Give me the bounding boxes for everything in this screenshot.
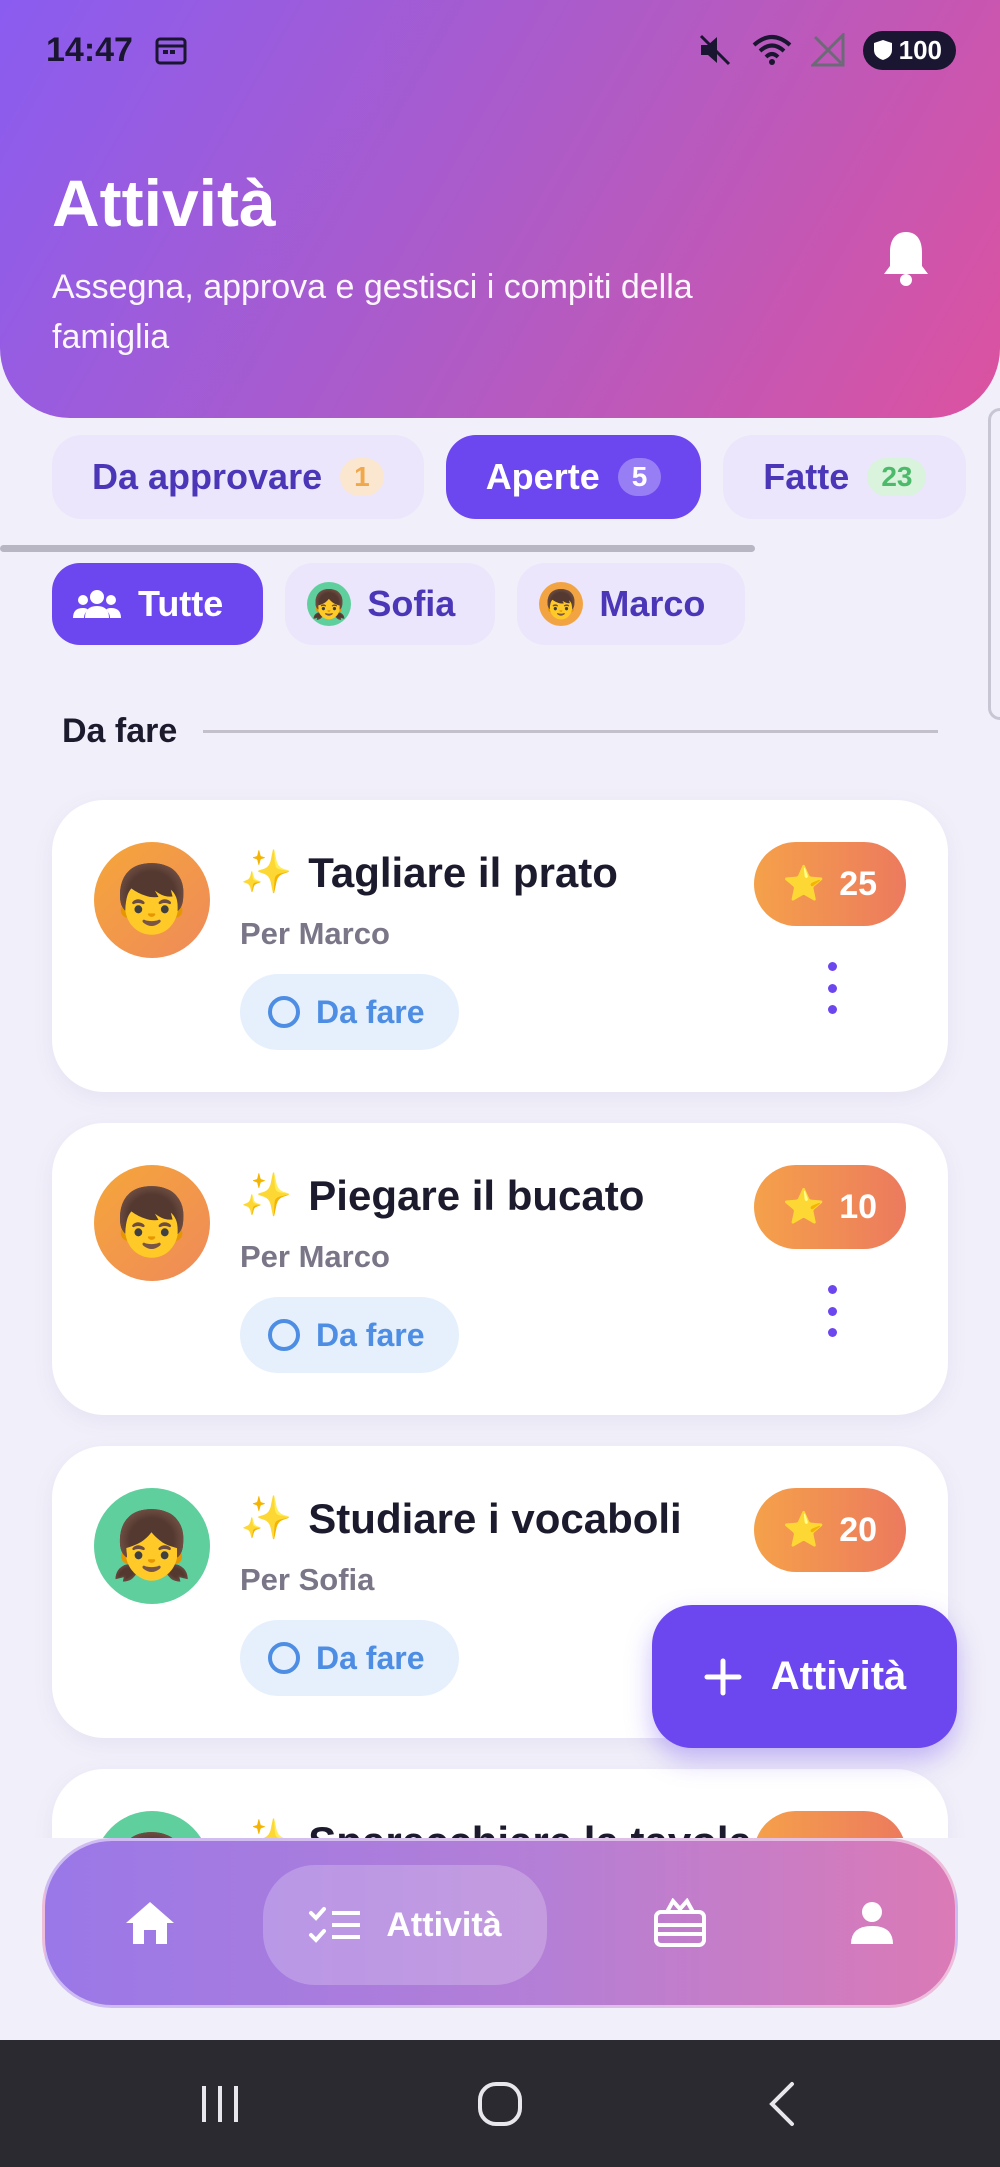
task-card[interactable]: 👧 ✨ Sparecchiare la tavola [52, 1769, 948, 1838]
task-title: Studiare i vocaboli [308, 1494, 682, 1542]
tasks-icon [309, 1907, 361, 1943]
nav-attivita[interactable]: Attività [263, 1865, 547, 1985]
task-status: Da fare [316, 993, 425, 1030]
no-signal-icon [810, 33, 845, 67]
sparkles-icon: ✨ [240, 1817, 292, 1838]
task-card[interactable]: 👦 ✨ Piegare il bucato Per Marco Da fare … [52, 1123, 948, 1415]
home-button-icon[interactable] [460, 2040, 540, 2167]
filter-label: Marco [599, 583, 706, 624]
calendar-icon [155, 37, 187, 65]
task-assignee: Per Marco [240, 916, 390, 951]
status-bar: 14:47 100 [0, 0, 1000, 100]
circle-icon [268, 1319, 300, 1351]
mute-icon [699, 34, 730, 66]
task-status-chip[interactable]: Da fare [240, 1620, 459, 1696]
tab-count-badge: 5 [617, 458, 662, 496]
profile-icon [851, 1902, 893, 1944]
tab-label: Fatte [763, 456, 850, 497]
filter-tutte[interactable]: Tutte [52, 563, 264, 645]
tab-label: Aperte [485, 456, 600, 497]
girl-avatar-icon: 👧 [307, 582, 352, 626]
task-title-row: ✨ Sparecchiare la tavola [240, 1817, 752, 1838]
bell-icon[interactable] [880, 228, 932, 288]
points-badge: ⭐ 20 [754, 1488, 906, 1572]
edge-panel-handle[interactable] [988, 408, 1000, 720]
battery-level: 100 [898, 34, 942, 65]
star-icon: ⭐ [782, 1511, 826, 1549]
task-assignee: Per Marco [240, 1239, 390, 1274]
points-value: 20 [839, 1510, 878, 1549]
task-card[interactable]: 👦 ✨ Tagliare il prato Per Marco Da fare … [52, 800, 948, 1092]
status-time: 14:47 [46, 30, 133, 69]
star-icon: ⭐ [782, 865, 826, 903]
header: 14:47 100 Attività Assegna, approva e ge… [0, 0, 1000, 418]
recent-apps-icon[interactable] [180, 2040, 260, 2167]
girl-avatar-icon: 👧 [94, 1488, 210, 1604]
points-value: 10 [839, 1187, 878, 1226]
back-icon[interactable] [742, 2040, 822, 2167]
page-title: Attività [52, 166, 276, 240]
task-title: Piegare il bucato [308, 1171, 645, 1219]
gift-icon [654, 1898, 706, 1947]
points-badge: ⭐ 10 [754, 1165, 906, 1249]
system-navigation-bar [0, 2040, 1000, 2167]
tab-da-approvare[interactable]: Da approvare 1 [52, 435, 424, 519]
nav-rewards[interactable] [615, 1841, 745, 2005]
tab-label: Da approvare [92, 456, 323, 497]
add-task-button[interactable]: Attività [652, 1605, 957, 1748]
task-title-row: ✨ Studiare i vocaboli [240, 1494, 682, 1543]
boy-avatar-icon: 👦 [539, 582, 584, 626]
home-icon [126, 1902, 174, 1944]
filter-marco[interactable]: 👦 Marco [517, 563, 746, 645]
tab-count-badge: 1 [340, 458, 384, 496]
shield-icon [873, 40, 892, 60]
boy-avatar-icon: 👦 [94, 842, 210, 958]
star-icon: ⭐ [782, 1188, 826, 1226]
task-status-chip[interactable]: Da fare [240, 974, 459, 1050]
wifi-icon [752, 35, 791, 65]
add-task-label: Attività [770, 1654, 907, 1698]
points-badge: ⭐ 25 [754, 842, 906, 926]
points-value: 25 [839, 864, 878, 903]
girl-avatar-icon: 👧 [94, 1811, 210, 1838]
sparkles-icon: ✨ [240, 1171, 293, 1218]
section-divider [203, 730, 938, 733]
filter-label: Sofia [367, 583, 456, 624]
tab-count-badge: 23 [867, 458, 927, 496]
more-options-icon[interactable] [820, 1285, 844, 1337]
group-icon [73, 590, 121, 618]
tab-fatte[interactable]: Fatte 23 [723, 435, 967, 519]
task-assignee: Per Sofia [240, 1562, 375, 1597]
task-title-row: ✨ Tagliare il prato [240, 848, 618, 897]
circle-icon [268, 996, 300, 1028]
nav-home[interactable] [85, 1841, 215, 2005]
horizontal-scrollbar[interactable] [0, 545, 755, 552]
task-title: Tagliare il prato [308, 848, 618, 896]
bottom-nav: Attività [42, 1838, 958, 2008]
plus-icon [704, 1658, 742, 1695]
battery-indicator: 100 [862, 30, 956, 70]
sparkles-icon: ✨ [240, 1494, 293, 1541]
circle-icon [268, 1642, 300, 1674]
task-title-row: ✨ Piegare il bucato [240, 1171, 644, 1220]
task-status: Da fare [316, 1639, 425, 1676]
task-title: Sparecchiare la tavola [308, 1818, 752, 1839]
task-status: Da fare [316, 1316, 425, 1353]
section-header: Da fare [62, 712, 938, 751]
nav-profile[interactable] [807, 1841, 937, 2005]
page-subtitle: Assegna, approva e gestisci i compiti de… [52, 268, 693, 356]
tab-aperte[interactable]: Aperte 5 [445, 435, 702, 519]
task-status-chip[interactable]: Da fare [240, 1297, 459, 1373]
section-title: Da fare [62, 712, 178, 750]
boy-avatar-icon: 👦 [94, 1165, 210, 1281]
status-tabs: Da approvare 1 Aperte 5 Fatte 23 [52, 435, 967, 519]
filter-label: Tutte [138, 583, 224, 624]
nav-label: Attività [386, 1905, 502, 1944]
sparkles-icon: ✨ [240, 848, 293, 895]
points-badge [754, 1811, 906, 1838]
more-options-icon[interactable] [820, 962, 844, 1014]
filter-sofia[interactable]: 👧 Sofia [285, 563, 496, 645]
member-filters: Tutte 👧 Sofia 👦 Marco [52, 563, 746, 645]
